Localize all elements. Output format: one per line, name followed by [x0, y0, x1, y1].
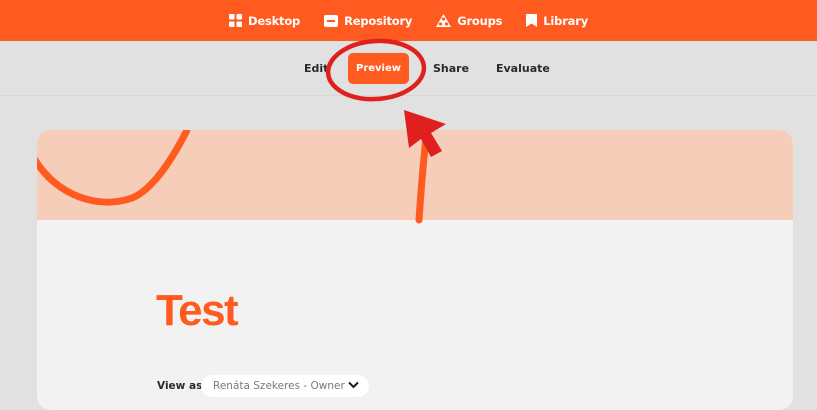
- chevron-down-icon: [348, 381, 359, 389]
- view-as-label: View as:: [157, 380, 207, 392]
- nav-item-repository[interactable]: Repository: [324, 14, 412, 28]
- tab-preview[interactable]: Preview: [348, 53, 409, 84]
- nav-item-library-label: Library: [543, 13, 588, 28]
- page-title: Test: [156, 286, 239, 335]
- nav-item-groups-label: Groups: [457, 13, 503, 28]
- nav-item-repository-label: Repository: [344, 13, 413, 28]
- tab-edit[interactable]: Edit: [304, 62, 328, 75]
- folder-icon: [324, 14, 339, 27]
- card-banner: [37, 130, 793, 220]
- tab-evaluate[interactable]: Evaluate: [496, 62, 550, 75]
- nav-item-groups[interactable]: Groups: [436, 14, 502, 28]
- content-card: Test View as: Renáta Szekeres - Owner: [37, 130, 793, 410]
- nav-item-desktop-label: Desktop: [248, 13, 301, 28]
- grid-icon: [229, 14, 242, 27]
- nav-item-desktop[interactable]: Desktop: [229, 14, 300, 28]
- view-as-value: Renáta Szekeres - Owner: [213, 380, 345, 392]
- bookmark-icon: [526, 14, 538, 27]
- groups-icon: [436, 14, 452, 27]
- nav-item-library[interactable]: Library: [526, 14, 588, 28]
- tab-share[interactable]: Share: [433, 62, 469, 75]
- decorative-swirl: [37, 130, 191, 206]
- top-navigation-bar: Desktop Repository Groups Library: [0, 0, 817, 41]
